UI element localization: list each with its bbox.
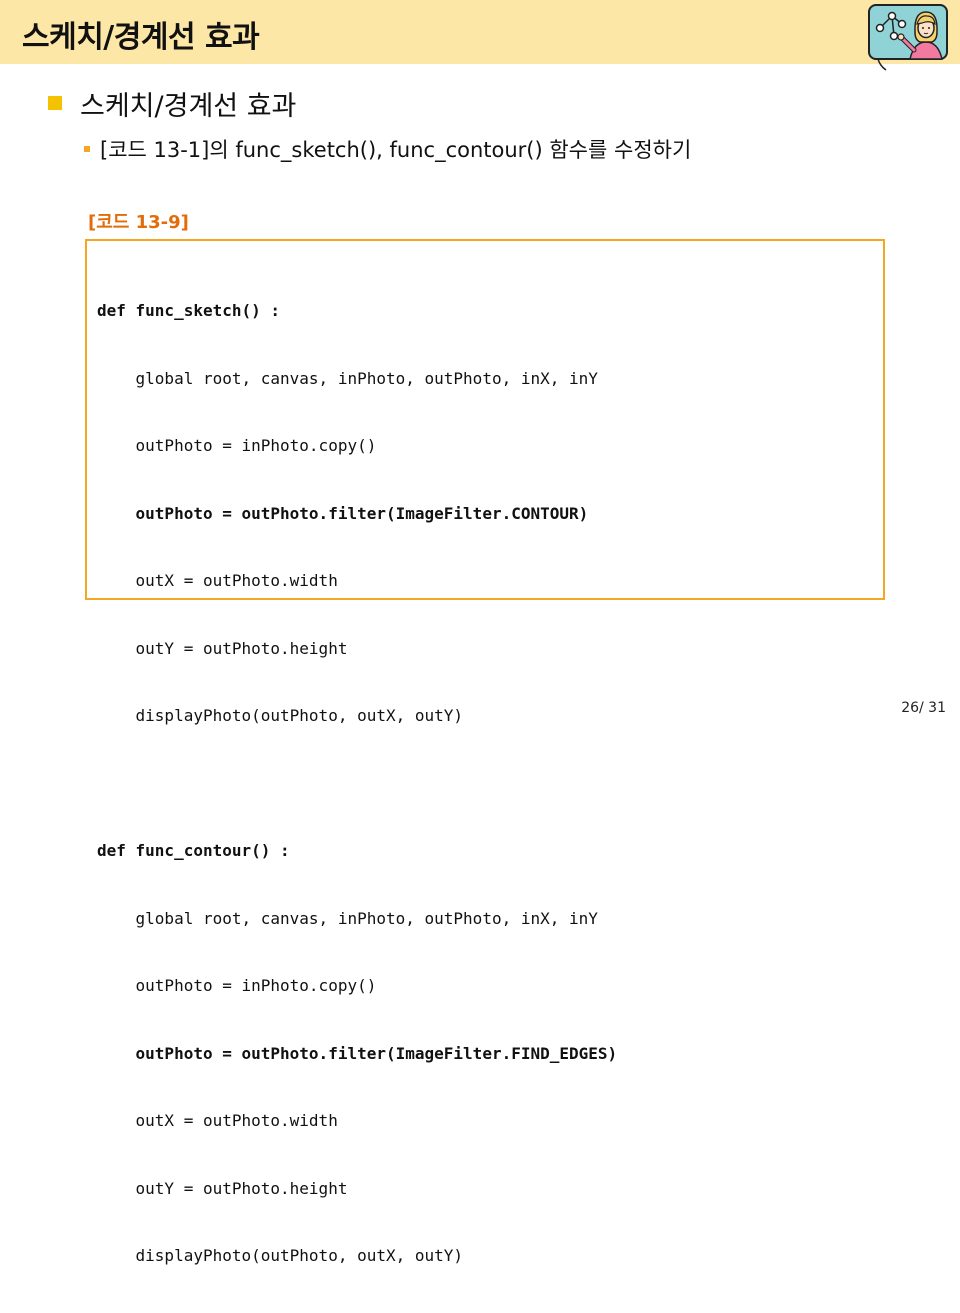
code-line: global root, canvas, inPhoto, outPhoto, … [97, 908, 598, 928]
code-line: def func_contour() : [97, 841, 290, 860]
code-block: def func_sketch() : global root, canvas,… [85, 239, 885, 1265]
code-line: outX = outPhoto.width [97, 571, 338, 590]
code-line: outX = outPhoto.width [97, 1111, 338, 1130]
presenter-illustration-icon [868, 4, 948, 71]
section-heading: 스케치/경계선 효과 [80, 91, 297, 122]
code-line: outY = outPhoto.height [97, 1178, 348, 1198]
code-line: outY = outPhoto.height [97, 638, 348, 658]
code-lines: def func_sketch() : global root, canvas,… [97, 255, 617, 1313]
header-band: 스케치/경계선 효과 [0, 0, 960, 64]
code-line: outPhoto = outPhoto.filter(ImageFilter.F… [97, 1043, 618, 1063]
small-square-bullet-icon [84, 146, 90, 152]
code-line: outPhoto = outPhoto.filter(ImageFilter.C… [97, 503, 589, 523]
code-line: displayPhoto(outPhoto, outX, outY) [97, 706, 464, 725]
code-line: outPhoto = inPhoto.copy() [97, 976, 377, 995]
page-title: 스케치/경계선 효과 [22, 20, 260, 55]
code-caption: [코드 13-9] [88, 212, 189, 233]
code-line: displayPhoto(outPhoto, outX, outY) [97, 1246, 464, 1265]
code-line: outPhoto = inPhoto.copy() [97, 436, 377, 455]
page-number: 26/ 31 [901, 700, 946, 716]
square-bullet-icon [48, 96, 62, 110]
code-line: global root, canvas, inPhoto, outPhoto, … [97, 368, 598, 388]
section-subheading: [코드 13-1]의 func_sketch(), func_contour()… [100, 138, 692, 162]
code-line: def func_sketch() : [97, 301, 281, 320]
